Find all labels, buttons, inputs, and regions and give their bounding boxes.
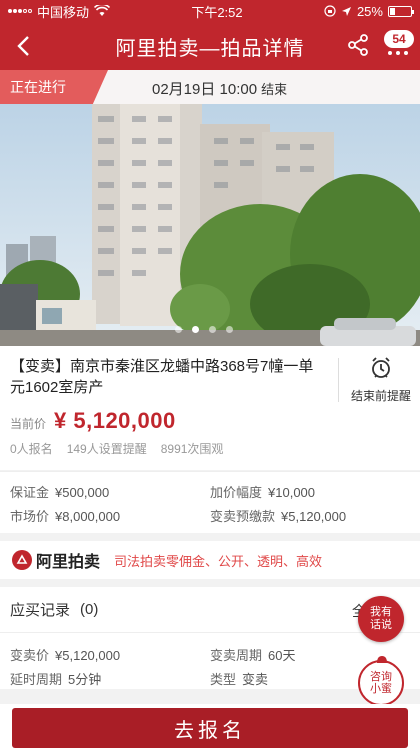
end-label: 结束: [261, 82, 288, 97]
property-photo-image: [0, 104, 420, 346]
detail-market-price: 市场价 ¥8,000,000: [10, 506, 120, 525]
consult-line-1: 咨询: [370, 671, 392, 683]
price-label: 当前价: [10, 417, 47, 431]
detail-extension: 延时周期 5分钟: [10, 669, 101, 688]
detail-prepayment: 变卖预缴款 ¥5,120,000: [210, 506, 346, 525]
records-count: (0): [80, 601, 99, 618]
detail-key: 变卖预缴款: [210, 509, 276, 524]
signal-icon: [8, 9, 32, 13]
carousel-dot[interactable]: [209, 326, 216, 333]
clock: 下午2:52: [191, 4, 243, 20]
price-row: 当前价 ¥ 5,120,000: [10, 408, 410, 434]
consult-line-2: 小蜜: [370, 683, 392, 695]
comment-float-button[interactable]: 我有 话说: [358, 596, 404, 642]
detail-key: 市场价: [10, 509, 50, 524]
back-button[interactable]: [10, 32, 36, 60]
carrier-label: 中国移动: [37, 4, 90, 20]
detail-value: 变卖: [242, 672, 269, 687]
property-photo[interactable]: [0, 104, 420, 346]
auction-details: 保证金 ¥500,000 加价幅度 ¥10,000 市场价 ¥8,000,000 变卖…: [0, 471, 420, 533]
battery-icon: [387, 5, 414, 17]
battery-level: [389, 7, 395, 15]
message-count-badge: 54: [384, 30, 414, 48]
more-button[interactable]: 54: [384, 30, 416, 62]
bell-icon: [377, 656, 387, 663]
detail-value: 60天: [268, 648, 296, 663]
wifi-icon: [94, 5, 111, 16]
stat-registered: 0人报名: [10, 442, 53, 456]
status-bar: 中国移动 下午2:52 25%: [0, 0, 420, 22]
bottom-bar: 去报名: [0, 704, 420, 748]
comment-line-1: 我有: [370, 606, 392, 618]
carousel-indicator: [175, 326, 233, 333]
end-time-value: 02月19日 10:00: [152, 81, 258, 98]
countdown-strip: 正在进行 02月19日 10:00 结束: [0, 70, 420, 104]
detail-value: ¥8,000,000: [55, 509, 121, 524]
records-label: 应买记录: [10, 602, 71, 619]
stat-views: 8991次围观: [160, 442, 224, 456]
battery-percent: 25%: [356, 3, 383, 19]
promo-banner[interactable]: 阿里拍卖 司法拍卖零佣金、公开、透明、高效: [0, 541, 420, 579]
detail-type: 类型 变卖: [210, 669, 268, 688]
register-button[interactable]: 去报名: [12, 708, 408, 748]
share-icon: [348, 34, 368, 56]
location-icon: [341, 6, 351, 16]
nav-bar: 阿里拍卖—拍品详情 54: [0, 22, 420, 70]
lot-stats: 0人报名 149人设置提醒 8991次围观: [10, 440, 410, 457]
detail-key: 加价幅度: [210, 485, 263, 500]
sale-details: 变卖价 ¥5,120,000 变卖周期 60天 延时周期 5分钟 类型 变卖: [0, 633, 420, 689]
detail-value: ¥500,000: [55, 485, 110, 500]
alarm-clock-icon: [372, 357, 390, 378]
share-button[interactable]: [346, 33, 372, 59]
detail-key: 延时周期: [10, 672, 63, 687]
detail-increment: 加价幅度 ¥10,000: [210, 482, 315, 501]
more-dots-icon: [388, 51, 408, 55]
remind-label: 结束前提醒: [350, 389, 411, 403]
detail-value: ¥10,000: [268, 485, 316, 500]
detail-key: 类型: [210, 672, 237, 687]
detail-value: ¥5,120,000: [281, 509, 347, 524]
remind-divider: [338, 358, 339, 402]
ali-logo-icon: [12, 550, 32, 570]
detail-sale-price: 变卖价 ¥5,120,000: [10, 645, 120, 664]
lock-rotation-icon: [324, 5, 336, 17]
detail-value: 5分钟: [68, 672, 102, 687]
detail-value: ¥5,120,000: [55, 648, 121, 663]
detail-sale-period: 变卖周期 60天: [210, 645, 295, 664]
carousel-dot[interactable]: [192, 326, 199, 333]
detail-deposit: 保证金 ¥500,000: [10, 482, 109, 501]
detail-key: 变卖价: [10, 648, 50, 663]
logo-text: 阿里拍卖: [36, 554, 101, 571]
consult-label: 咨询 小蜜: [370, 671, 392, 695]
stat-reminders: 149人设置提醒: [66, 442, 147, 456]
lot-title: 【变卖】南京市秦淮区龙蟠中路368号7幢一单元1602室房产: [10, 358, 314, 396]
page-title: 阿里拍卖—拍品详情: [115, 37, 305, 60]
detail-key: 变卖周期: [210, 648, 263, 663]
remind-button[interactable]: 结束前提醒: [346, 356, 416, 404]
comment-line-2: 话说: [370, 619, 392, 631]
ali-auction-logo: 阿里拍卖: [12, 548, 100, 572]
auction-detail-screen: 中国移动 下午2:52 25% 阿里拍卖—拍品详情 54 正在进行 02月19日…: [0, 0, 420, 748]
chevron-left-icon: [17, 36, 29, 56]
end-time: 02月19日 10:00 结束: [152, 78, 287, 99]
lot-info: 【变卖】南京市秦淮区龙蟠中路368号7幢一单元1602室房产 结束前提醒 当前价…: [0, 346, 420, 470]
status-tag: 正在进行: [0, 70, 108, 104]
comment-label: 我有 话说: [370, 606, 392, 632]
bid-records-header[interactable]: 应买记录 (0) 全: [0, 587, 420, 633]
current-price: ¥ 5,120,000: [54, 408, 176, 433]
promo-slogan: 司法拍卖零佣金、公开、透明、高效: [114, 553, 323, 569]
carousel-dot[interactable]: [175, 326, 182, 333]
detail-key: 保证金: [10, 485, 50, 500]
consult-float-button[interactable]: 咨询 小蜜: [358, 656, 404, 706]
carousel-dot[interactable]: [226, 326, 233, 333]
